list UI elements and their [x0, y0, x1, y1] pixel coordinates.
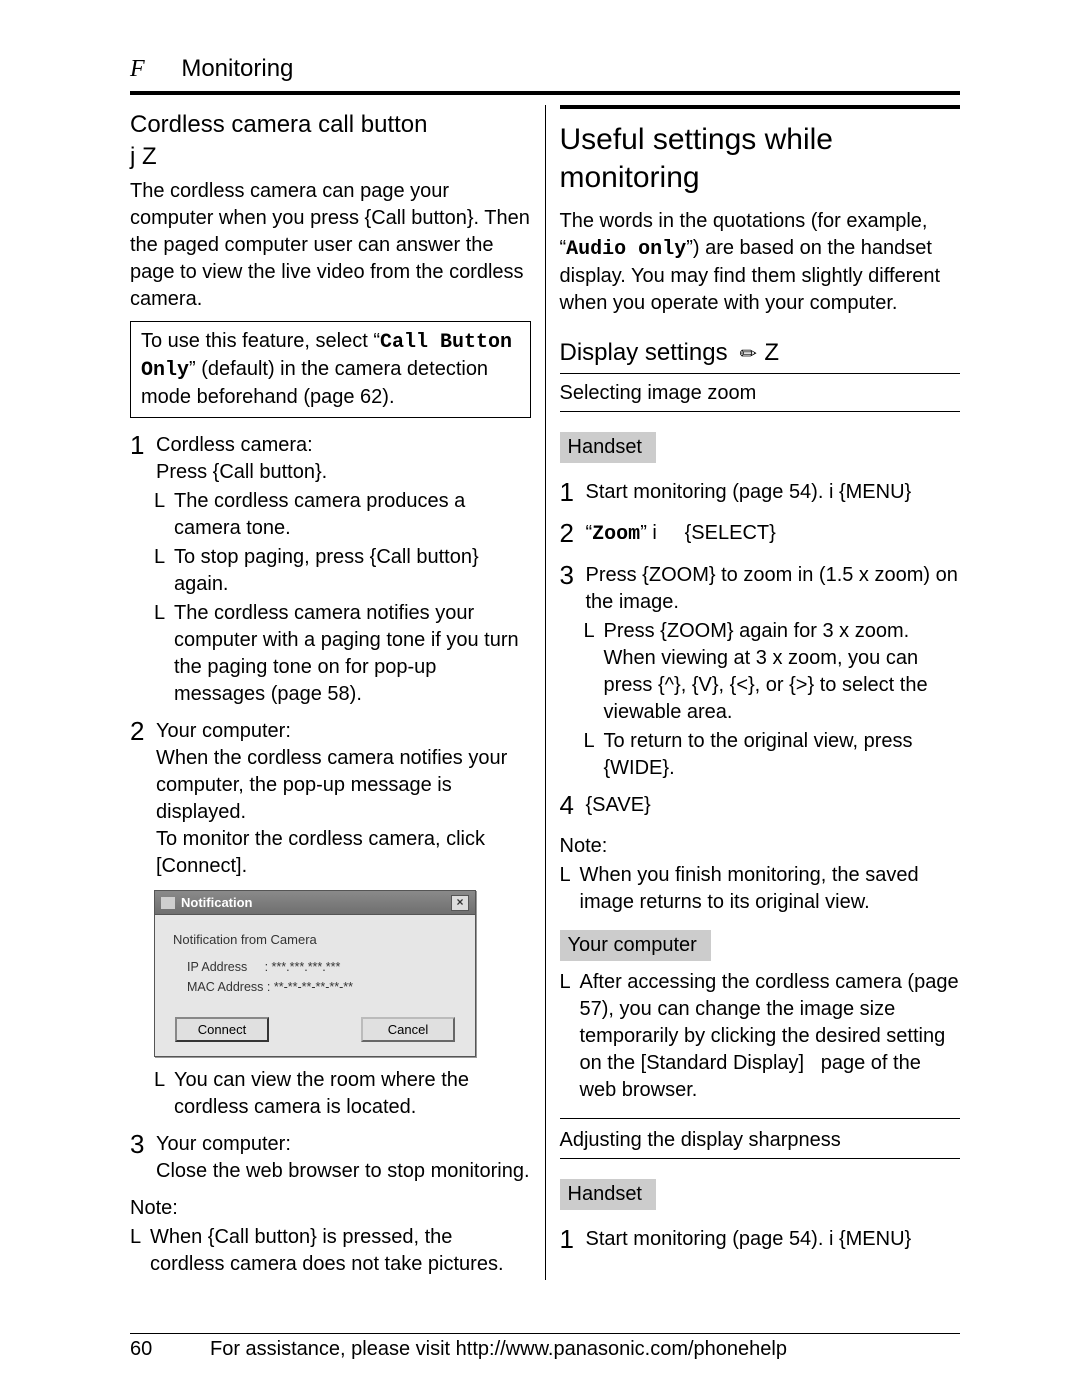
- cancel-button[interactable]: Cancel: [361, 1017, 455, 1043]
- dialog-title: Notification: [181, 895, 253, 910]
- step-number: 3: [560, 558, 586, 616]
- left-column: Cordless camera call button j Z The cord…: [130, 105, 531, 1280]
- notification-dialog: Notification × Notification from Camera …: [154, 890, 476, 1057]
- r2-step-1: 1 Start monitoring (page 54). i {MENU}: [560, 1222, 961, 1257]
- dialog-content: Notification from Camera IP Address : **…: [155, 915, 475, 1008]
- section-title: Monitoring: [181, 55, 293, 82]
- r-step-4: 4 {SAVE}: [560, 788, 961, 823]
- mac-row: MAC Address : **-**-**-**-**-**: [187, 979, 457, 996]
- bullet-item: LPress {ZOOM} again for 3 x zoom. When v…: [584, 618, 961, 726]
- connect-button[interactable]: Connect: [175, 1017, 269, 1043]
- subhead-rule: [560, 411, 961, 412]
- left-intro: The cordless camera can page your comput…: [130, 178, 531, 313]
- step-2: 2 Your computer: When the cordless camer…: [130, 714, 531, 880]
- subhead-sharpness: Adjusting the display sharpness: [560, 1127, 961, 1154]
- bullet-item: LYou can view the room where the cordles…: [154, 1067, 531, 1121]
- right-column: Useful settings while monitoring The wor…: [545, 105, 961, 1280]
- page-number: 60: [130, 1338, 210, 1361]
- footer-text: For assistance, please visit http://www.…: [210, 1338, 787, 1361]
- page-footer: 60 For assistance, please visit http://w…: [130, 1333, 960, 1361]
- subhead-zoom: Selecting image zoom: [560, 380, 961, 407]
- right-intro: The words in the quotations (for example…: [560, 208, 961, 317]
- header-rule: [130, 91, 960, 95]
- computer-label: Your computer: [560, 930, 711, 961]
- right-top-rule: [560, 105, 961, 109]
- note-bullet: LWhen you finish monitoring, the saved i…: [560, 862, 961, 916]
- step-3: 3 Your computer: Close the web browser t…: [130, 1127, 531, 1185]
- ip-row: IP Address : ***.***.***.***: [187, 959, 457, 976]
- note-bullet: LWhen {Call button} is pressed, the cord…: [130, 1224, 531, 1278]
- right-heading: Useful settings while monitoring: [560, 121, 961, 196]
- step-number: 2: [130, 714, 156, 880]
- bullet-item: LThe cordless camera produces a camera t…: [154, 488, 531, 542]
- subhead-rule: [560, 1118, 961, 1119]
- dialog-app-icon: [161, 897, 175, 909]
- pencil-icon: ✎: [734, 339, 765, 370]
- computer-note: LAfter accessing the cordless camera (pa…: [560, 969, 961, 1104]
- step-number: 1: [560, 1222, 586, 1257]
- close-icon[interactable]: ×: [451, 895, 469, 911]
- bullet-item: LThe cordless camera notifies your compu…: [154, 600, 531, 708]
- bullet-item: LTo return to the original view, press {…: [584, 728, 961, 782]
- step-number: 2: [560, 516, 586, 551]
- r-step-1: 1 Start monitoring (page 54). i {MENU}: [560, 475, 961, 510]
- subhead-rule: [560, 1158, 961, 1159]
- r-step-3: 3 Press {ZOOM} to zoom in (1.5 x zoom) o…: [560, 558, 961, 616]
- step-1: 1 Cordless camera: Press {Call button}.: [130, 428, 531, 486]
- note-label: Note:: [130, 1195, 531, 1222]
- step-number: 4: [560, 788, 586, 823]
- content-columns: Cordless camera call button j Z The cord…: [130, 105, 960, 1280]
- left-heading: Cordless camera call button j Z: [130, 109, 531, 174]
- step-number: 1: [130, 428, 156, 486]
- step-number: 1: [560, 475, 586, 510]
- manual-page: F Monitoring Cordless camera call button…: [0, 0, 1080, 1397]
- dialog-subtitle: Notification from Camera: [173, 931, 457, 949]
- display-settings-heading: Display settings ✎ Z: [560, 337, 961, 369]
- bullet-item: LTo stop paging, press {Call button} aga…: [154, 544, 531, 598]
- feature-note-box: To use this feature, select “Call Button…: [130, 321, 531, 418]
- dialog-titlebar: Notification ×: [155, 891, 475, 916]
- note-label: Note:: [560, 833, 961, 860]
- r-step-2: 2 “Zoom” i {SELECT}: [560, 516, 961, 551]
- section-letter: F: [130, 56, 145, 82]
- handset-label-2: Handset: [560, 1179, 657, 1210]
- step-number: 3: [130, 1127, 156, 1185]
- handset-label: Handset: [560, 432, 657, 463]
- page-header: F Monitoring: [130, 55, 960, 83]
- dialog-button-bar: Connect Cancel: [155, 1009, 475, 1057]
- subsection-rule: [560, 373, 961, 374]
